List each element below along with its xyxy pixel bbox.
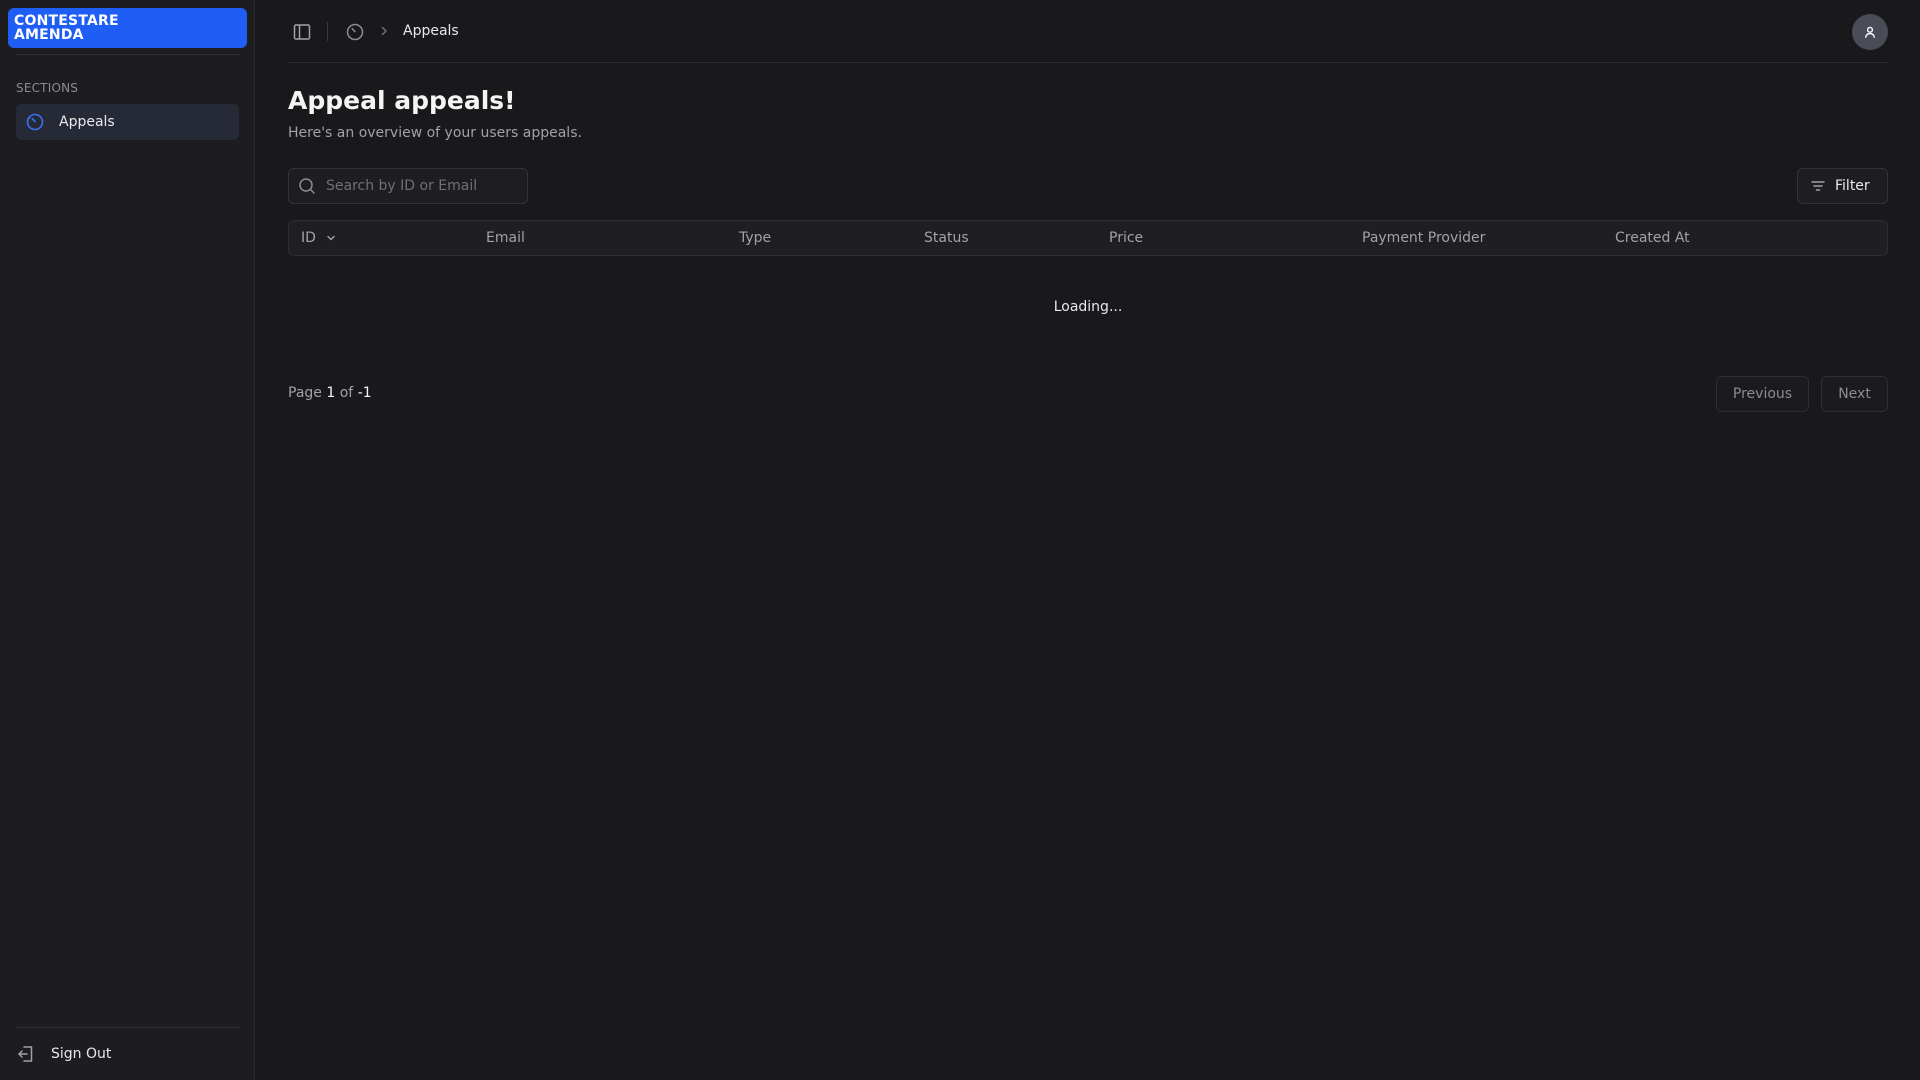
breadcrumb-current: Appeals [403, 23, 459, 39]
sidebar: CONTESTARE AMENDA SECTIONS Appeals Sign … [0, 0, 255, 1080]
filter-icon [1810, 178, 1826, 194]
sidebar-toggle-button[interactable] [290, 20, 314, 44]
pagination-total-pages: -1 [357, 385, 372, 401]
timer-off-icon [345, 22, 365, 42]
search-box[interactable] [288, 168, 528, 204]
sidebar-section-label: SECTIONS [16, 81, 79, 95]
breadcrumb-home-link[interactable] [345, 22, 365, 42]
timer-off-icon [25, 112, 45, 132]
header-divider [327, 22, 328, 41]
pagination-info: Page 1 of -1 [288, 385, 372, 401]
column-header-email: Email [486, 230, 525, 246]
page-subtitle: Here's an overview of your users appeals… [288, 125, 582, 141]
sidebar-bottom-divider [16, 1027, 240, 1028]
column-header-payment-provider: Payment Provider [1362, 230, 1486, 246]
sign-out-label: Sign Out [51, 1046, 112, 1062]
table-loading-text: Loading... [1053, 299, 1123, 315]
brand-line-2: AMENDA [14, 27, 84, 43]
panel-left-icon [292, 22, 312, 42]
chevron-right-icon [378, 25, 390, 37]
next-page-button[interactable]: Next [1821, 376, 1888, 412]
sidebar-divider [16, 54, 240, 55]
page-title: Appeal appeals! [288, 86, 516, 115]
column-header-id[interactable]: ID [301, 221, 337, 255]
column-header-type: Type [739, 230, 772, 246]
chevron-down-icon [325, 232, 337, 244]
column-header-created-at: Created At [1615, 230, 1690, 246]
sidebar-item-appeals[interactable]: Appeals [16, 104, 239, 140]
log-out-icon [16, 1044, 36, 1064]
sign-out-button[interactable]: Sign Out [16, 1041, 216, 1067]
search-icon [298, 177, 316, 195]
pagination-current-page: 1 [326, 385, 336, 401]
column-header-label: ID [301, 230, 316, 246]
sidebar-item-label: Appeals [59, 114, 115, 130]
table-header: ID Email Type Status Price Payment Provi… [288, 220, 1888, 256]
appeals-table: ID Email Type Status Price Payment Provi… [288, 220, 1888, 315]
brand-logo[interactable]: CONTESTARE AMENDA [8, 8, 247, 48]
user-avatar-button[interactable] [1852, 14, 1888, 50]
column-header-price: Price [1109, 230, 1144, 246]
previous-page-button[interactable]: Previous [1716, 376, 1809, 412]
filter-button[interactable]: Filter [1797, 168, 1888, 204]
brand-line-1: CONTESTARE [14, 13, 119, 29]
user-icon [1863, 25, 1877, 39]
pagination-of-word: of [339, 385, 354, 401]
column-header-status: Status [924, 230, 969, 246]
search-input[interactable] [326, 178, 527, 194]
header-rule [288, 62, 1888, 63]
pagination-page-word: Page [288, 385, 322, 401]
filter-label: Filter [1835, 178, 1870, 194]
